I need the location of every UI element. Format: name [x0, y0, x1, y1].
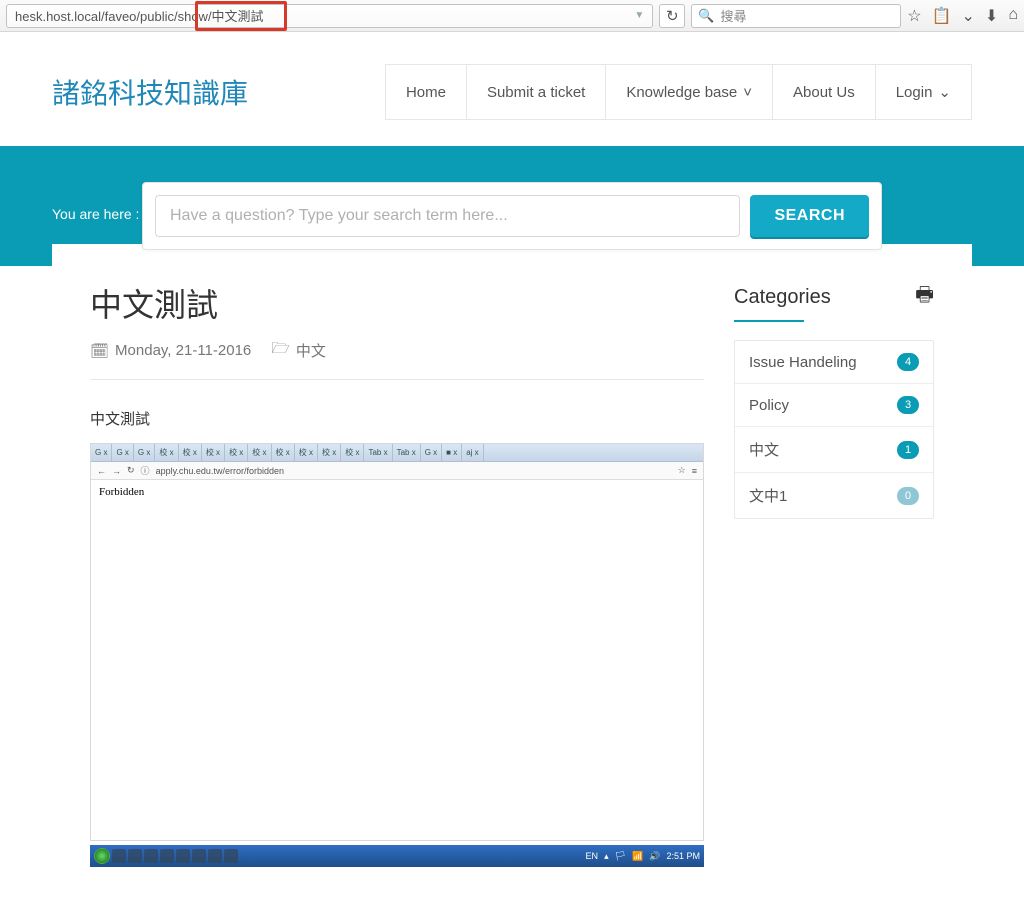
category-label: 中文 [749, 439, 779, 460]
article-meta: 🗓 Monday, 21-11-2016 🗁 中文 [90, 338, 704, 380]
embed-tab: 校 x [272, 444, 295, 461]
task-icon [112, 849, 126, 863]
chevron-down-icon: ⌄ [938, 83, 951, 101]
sidebar: Categories 🖶 Issue Handeling 4 Policy 3 中文 1 文… [734, 280, 934, 867]
embed-tab: G x [421, 444, 442, 461]
category-count-badge: 0 [897, 487, 919, 505]
embed-tab: ■ x [442, 444, 462, 461]
article-body: 中文測試 [90, 408, 704, 429]
embed-tab: Tab x [393, 444, 421, 461]
task-icon [144, 849, 158, 863]
nav-submit-ticket[interactable]: Submit a ticket [467, 65, 606, 119]
home-icon[interactable]: ⌂ [1008, 6, 1018, 26]
back-icon: ← [97, 466, 106, 476]
site-brand[interactable]: 諸銘科技知識庫 [52, 72, 248, 112]
search-button[interactable]: SEARCH [750, 195, 869, 237]
category-count-badge: 4 [897, 353, 919, 371]
embed-tab: 校 x [225, 444, 248, 461]
info-icon: ⓘ [141, 464, 150, 477]
task-icon [192, 849, 206, 863]
sidebar-title: Categories [734, 286, 831, 309]
embed-tab: 校 x [295, 444, 318, 461]
embed-taskbar: EN ▴ 🏳 📶 🔊 2:51 PM [90, 845, 704, 867]
article-category[interactable]: 中文 [296, 340, 326, 361]
reload-icon: ↻ [666, 7, 679, 25]
forward-icon: → [112, 466, 121, 476]
pocket-icon[interactable]: ⌄ [962, 6, 975, 26]
browser-toolbar-icons: ☆ 📋 ⌄ ⬇ ⌂ [907, 6, 1018, 26]
category-label: 文中1 [749, 485, 787, 506]
search-card: SEARCH [142, 182, 882, 250]
embed-tab: 校 x [341, 444, 364, 461]
category-label: Policy [749, 397, 789, 414]
embed-tab: 校 x [318, 444, 341, 461]
start-orb-icon [94, 848, 110, 864]
embed-tab: 校 x [248, 444, 271, 461]
nav-knowledge-base[interactable]: Knowledge base˅ [606, 65, 773, 119]
menu-icon: ≡ [692, 466, 697, 476]
embed-tab: Tab x [364, 444, 392, 461]
folder-icon: 🗁 [271, 338, 290, 363]
bookmark-icon[interactable]: ☆ [907, 6, 921, 26]
search-placeholder: 搜尋 [720, 6, 746, 25]
embed-tab: G x [134, 444, 155, 461]
tray-flag-icon: 🏳 [615, 851, 626, 862]
task-icon [224, 849, 238, 863]
embedded-screenshot: G xG xG x校 x校 x校 x校 x校 x校 x校 x校 x校 xTab … [90, 443, 704, 841]
sidebar-title-row: Categories 🖶 [734, 280, 934, 314]
task-icon [208, 849, 222, 863]
url-text: hesk.host.local/faveo/public/show/中文測試 [15, 6, 264, 25]
print-icon[interactable]: 🖶 [915, 280, 934, 314]
tray-clock: 2:51 PM [666, 851, 700, 861]
category-count-badge: 3 [897, 396, 919, 414]
search-input[interactable] [155, 195, 740, 237]
category-list: Issue Handeling 4 Policy 3 中文 1 文中1 0 [734, 340, 934, 519]
browser-chrome: hesk.host.local/faveo/public/show/中文測試 ▼… [0, 0, 1024, 32]
tray-network-icon: 📶 [632, 851, 643, 862]
category-label: Issue Handeling [749, 354, 857, 371]
chevron-down-icon: ˅ [743, 84, 752, 101]
tray-sound-icon: 🔊 [649, 851, 660, 862]
tray-arrow-icon: ▴ [604, 851, 609, 862]
content-card: 中文測試 🗓Monday, 21-11-2016 🗁中文 中文測試 G xG x… [52, 244, 972, 867]
embed-tab: 校 x [155, 444, 178, 461]
embed-tab: G x [91, 444, 112, 461]
article-date: Monday, 21-11-2016 [115, 342, 251, 359]
category-item[interactable]: Issue Handeling 4 [735, 341, 933, 384]
dropdown-icon[interactable]: ▼ [634, 10, 644, 21]
page-header: 諸銘科技知識庫 Home Submit a ticket Knowledge b… [52, 32, 972, 146]
address-bar[interactable]: hesk.host.local/faveo/public/show/中文測試 ▼ [6, 4, 653, 28]
sidebar-underline [734, 320, 804, 322]
embed-tab: aj x [462, 444, 483, 461]
download-icon[interactable]: ⬇ [985, 6, 998, 26]
category-count-badge: 1 [897, 441, 919, 459]
embed-tab: 校 x [179, 444, 202, 461]
nav-home[interactable]: Home [386, 65, 467, 119]
category-item[interactable]: 文中1 0 [735, 473, 933, 518]
search-icon: 🔍 [698, 8, 714, 24]
category-item[interactable]: 中文 1 [735, 427, 933, 473]
tray-lang: EN [586, 851, 599, 861]
category-item[interactable]: Policy 3 [735, 384, 933, 427]
calendar-icon: 🗓 [90, 342, 109, 360]
task-icon [176, 849, 190, 863]
nav-login[interactable]: Login⌄ [876, 65, 971, 119]
article-column: 中文測試 🗓Monday, 21-11-2016 🗁中文 中文測試 G xG x… [90, 280, 704, 867]
embed-url: apply.chu.edu.tw/error/forbidden [156, 466, 284, 476]
main-nav: Home Submit a ticket Knowledge base˅ Abo… [385, 64, 972, 120]
embed-tab: G x [112, 444, 133, 461]
article-title: 中文測試 [90, 280, 704, 326]
task-icon [160, 849, 174, 863]
browser-search-bar[interactable]: 🔍 搜尋 [691, 4, 901, 28]
star-icon: ☆ [678, 465, 686, 476]
task-icon [128, 849, 142, 863]
reload-button[interactable]: ↻ [659, 4, 685, 28]
nav-about-us[interactable]: About Us [773, 65, 876, 119]
embed-browser-tabs: G xG xG x校 x校 x校 x校 x校 x校 x校 x校 x校 xTab … [91, 444, 703, 462]
clipboard-icon[interactable]: 📋 [932, 6, 952, 26]
embed-tab: 校 x [202, 444, 225, 461]
embed-page-body: Forbidden [91, 480, 703, 840]
reload-icon: ↻ [127, 465, 135, 476]
embed-url-row: ← → ↻ ⓘ apply.chu.edu.tw/error/forbidden… [91, 462, 703, 480]
